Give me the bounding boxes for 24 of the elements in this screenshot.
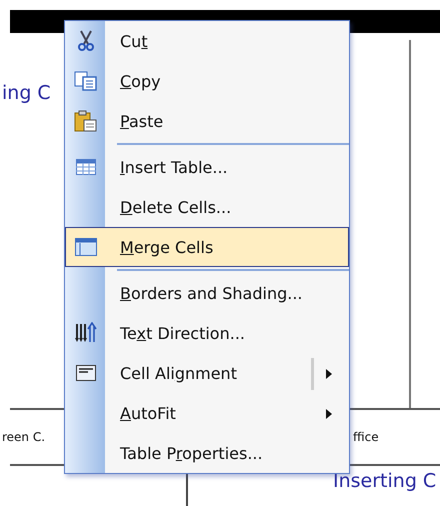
submenu-arrow-icon (326, 369, 332, 379)
menu-item[interactable]: Merge Cells (65, 227, 349, 267)
copy-icon (74, 71, 98, 91)
menu-item[interactable]: Cell Alignment (65, 353, 349, 393)
table-icon (76, 159, 96, 175)
menu-item[interactable]: Copy (65, 61, 349, 101)
menu-item[interactable]: Insert Table... (65, 147, 349, 187)
heading-text: Inserting C (333, 470, 436, 492)
heading-text: ing C (2, 82, 51, 104)
text-direction-icon (75, 322, 97, 344)
submenu-arrow-icon (326, 409, 332, 419)
menu-item[interactable]: Paste (65, 101, 349, 141)
menu-item[interactable]: AutoFit (65, 393, 349, 433)
clipboard-icon (74, 110, 98, 132)
cell-alignment-icon (76, 365, 96, 381)
menu-item[interactable]: Table Properties... (65, 433, 349, 473)
table-icon (75, 238, 97, 256)
table-cell: reen C. (2, 430, 46, 444)
menu-item[interactable]: Delete Cells... (65, 187, 349, 227)
menu-item[interactable]: Cut (65, 21, 349, 61)
scissors-icon (77, 30, 95, 52)
table-cell: ffice (353, 430, 379, 444)
menu-item[interactable]: Text Direction... (65, 313, 349, 353)
menu-item[interactable]: Borders and Shading... (65, 273, 349, 313)
